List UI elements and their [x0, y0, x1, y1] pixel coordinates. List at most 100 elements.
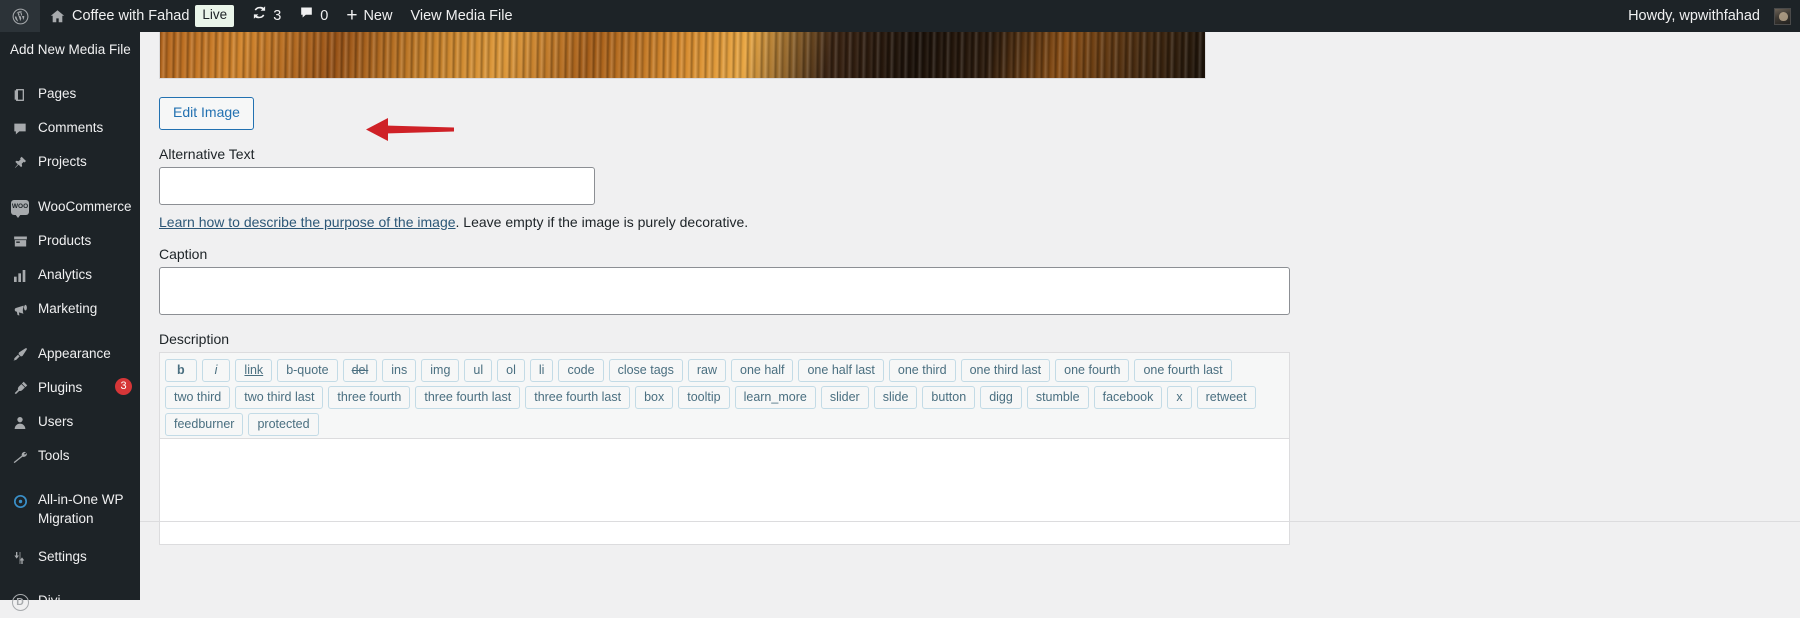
quicktag-close-tags[interactable]: close tags — [608, 358, 683, 382]
caption-textarea[interactable] — [159, 266, 1290, 315]
sidebar-item-label: Tools — [38, 448, 70, 464]
sidebar-item-divi[interactable]: D Divi — [0, 584, 140, 618]
updates-icon — [252, 0, 267, 32]
sidebar-item-label: Settings — [38, 548, 87, 564]
quicktag-ol[interactable]: ol — [497, 358, 525, 382]
alt-text-help: Learn how to describe the purpose of the… — [159, 214, 1800, 230]
paintbrush-icon — [11, 346, 29, 364]
quicktag-one-third-last[interactable]: one third last — [960, 358, 1051, 382]
quicktag-protected[interactable]: protected — [248, 412, 319, 436]
updates-link[interactable]: 3 — [243, 0, 290, 32]
sidebar-item-plugins[interactable]: Plugins 3 — [0, 371, 140, 405]
sidebar-item-woocommerce[interactable]: WOO WooCommerce — [0, 190, 140, 224]
sidebar-item-label: Divi — [38, 593, 61, 609]
pin-icon — [11, 154, 29, 172]
quicktag-facebook[interactable]: facebook — [1093, 385, 1163, 409]
view-media-file-link[interactable]: View Media File — [401, 0, 521, 32]
quicktag-slider[interactable]: slider — [820, 385, 869, 409]
sidebar-item-projects[interactable]: Projects — [0, 145, 140, 179]
sidebar-item-products[interactable]: Products — [0, 224, 140, 258]
description-textarea[interactable] — [160, 438, 1289, 544]
description-label: Description — [159, 330, 230, 347]
quicktag-feedburner[interactable]: feedburner — [165, 412, 244, 436]
sidebar-item-appearance[interactable]: Appearance — [0, 337, 140, 371]
sidebar-item-settings[interactable]: Settings — [0, 540, 140, 574]
quicktag-learn-more[interactable]: learn_more — [734, 385, 816, 409]
menu-separator — [0, 180, 140, 190]
divi-icon: D — [11, 593, 29, 611]
quicktag-three-fourth[interactable]: three fourth — [328, 385, 411, 409]
quicktag-b-quote[interactable]: b-quote — [277, 358, 338, 382]
megaphone-icon — [11, 301, 29, 319]
wp-logo-menu[interactable] — [0, 0, 40, 32]
sidebar-item-label: Analytics — [38, 267, 93, 283]
sidebar-item-analytics[interactable]: Analytics — [0, 258, 140, 292]
analytics-bar-icon — [11, 267, 29, 285]
sidebar-item-comments[interactable]: Comments — [0, 111, 140, 145]
quicktag-li[interactable]: li — [529, 358, 554, 382]
description-editor: b i link b-quote del ins img ul ol li co… — [159, 351, 1290, 545]
quicktag-code[interactable]: code — [558, 358, 604, 382]
quicktag-one-fourth[interactable]: one fourth — [1055, 358, 1130, 382]
attachment-details-panel: Edit Image Alternative Text Learn how to… — [140, 32, 1800, 545]
quicktag-slide[interactable]: slide — [873, 385, 918, 409]
user-icon — [11, 414, 29, 432]
admin-bar: Coffee with Fahad Live 3 0 + New View Me… — [0, 0, 1800, 32]
wrench-icon — [11, 448, 29, 466]
quicktag-retweet[interactable]: retweet — [1196, 385, 1256, 409]
quicktag-i[interactable]: i — [201, 358, 231, 382]
site-home-link[interactable]: Coffee with Fahad Live — [40, 0, 243, 32]
plug-icon — [11, 380, 29, 398]
quicktag-ul[interactable]: ul — [464, 358, 493, 382]
quicktag-b[interactable]: b — [165, 358, 197, 382]
menu-separator — [0, 327, 140, 337]
sidebar-item-label: Comments — [38, 120, 104, 136]
pages-icon — [11, 86, 29, 104]
quicktag-box[interactable]: box — [635, 385, 674, 409]
my-account-menu[interactable]: Howdy, wpwithfahad — [1619, 0, 1800, 32]
comments-count: 0 — [320, 8, 329, 24]
sidebar-item-pages[interactable]: Pages — [0, 77, 140, 111]
quicktag-one-half-last[interactable]: one half last — [798, 358, 884, 382]
sidebar-item-marketing[interactable]: Marketing — [0, 292, 140, 326]
quicktag-two-third-last[interactable]: two third last — [235, 385, 324, 409]
quicktag-tooltip[interactable]: tooltip — [678, 385, 730, 409]
quicktag-one-third[interactable]: one third — [888, 358, 956, 382]
plugins-update-badge: 3 — [115, 377, 132, 395]
quicktag-two-third[interactable]: two third — [165, 385, 231, 409]
sidebar-item-label: Marketing — [38, 301, 98, 317]
settings-sliders-icon — [11, 549, 29, 567]
sidebar-item-all-in-one-wp-migration[interactable]: All-in-One WP Migration — [0, 483, 140, 535]
admin-bar-right: Howdy, wpwithfahad — [1619, 0, 1800, 32]
quicktag-one-fourth-last[interactable]: one fourth last — [1134, 358, 1232, 382]
quicktag-digg[interactable]: digg — [980, 385, 1022, 409]
new-label: New — [363, 8, 393, 24]
products-icon — [11, 233, 29, 251]
alt-text-input[interactable] — [159, 166, 595, 205]
sidebar-item-label: Projects — [38, 154, 87, 170]
sidebar-item-users[interactable]: Users — [0, 405, 140, 439]
quicktag-img[interactable]: img — [421, 358, 460, 382]
quicktag-one-half[interactable]: one half — [731, 358, 794, 382]
quicktag-three-fourth-last-a[interactable]: three fourth last — [415, 385, 521, 409]
comments-link[interactable]: 0 — [290, 0, 337, 32]
migration-icon — [11, 492, 29, 510]
sidebar-item-tools[interactable]: Tools — [0, 439, 140, 473]
quicktag-three-fourth-last-b[interactable]: three fourth last — [525, 385, 631, 409]
quicktag-ins[interactable]: ins — [382, 358, 417, 382]
quicktag-button[interactable]: button — [922, 385, 976, 409]
quicktag-del[interactable]: del — [342, 358, 378, 382]
new-content-menu[interactable]: + New — [337, 0, 401, 32]
site-name: Coffee with Fahad — [72, 8, 190, 24]
quicktag-x[interactable]: x — [1167, 385, 1192, 409]
home-icon — [49, 8, 66, 25]
wordpress-logo-icon — [11, 7, 30, 26]
quicktag-link[interactable]: link — [235, 358, 273, 382]
quicktag-raw[interactable]: raw — [687, 358, 726, 382]
live-badge: Live — [195, 5, 235, 27]
quicktag-stumble[interactable]: stumble — [1026, 385, 1089, 409]
sidebar-item-label: Appearance — [38, 345, 111, 361]
comment-bubble-icon — [299, 0, 314, 32]
edit-image-button[interactable]: Edit Image — [159, 97, 254, 130]
describe-image-help-link[interactable]: Learn how to describe the purpose of the… — [159, 214, 456, 230]
